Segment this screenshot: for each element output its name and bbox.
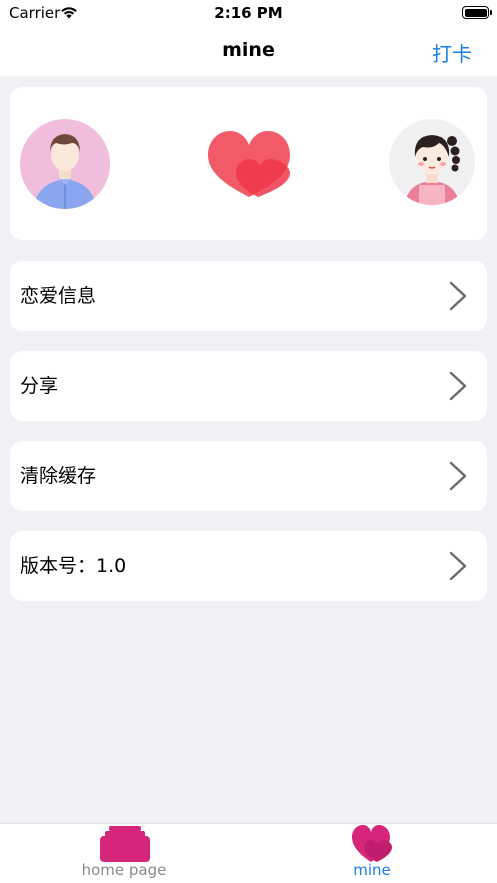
status-time: 2:16 PM — [214, 4, 283, 22]
status-bar: Carrier 2:16 PM — [0, 0, 497, 26]
menu-item-label: 清除缓存 — [20, 465, 97, 487]
menu-item-share[interactable]: 分享 — [10, 351, 487, 421]
chevron-right-icon — [449, 461, 467, 491]
menu-item-label: 版本号：1.0 — [20, 555, 127, 577]
menu-item-love-info[interactable]: 恋爱信息 — [10, 261, 487, 331]
menu-item-version[interactable]: 版本号：1.0 — [10, 531, 487, 601]
page-title: mine — [222, 39, 275, 61]
boy-avatar-icon[interactable] — [20, 119, 110, 209]
girl-avatar-icon[interactable] — [389, 119, 475, 205]
chevron-right-icon — [449, 371, 467, 401]
chevron-right-icon — [449, 281, 467, 311]
tab-label: home page — [81, 861, 167, 879]
check-in-button[interactable]: 打卡 — [432, 38, 472, 67]
hearts-icon — [208, 131, 290, 197]
tab-mine[interactable]: mine — [248, 824, 496, 883]
tab-home[interactable]: home page — [0, 824, 248, 883]
home-box-icon — [100, 826, 150, 862]
tab-label: mine — [353, 861, 391, 879]
hearts-tab-icon — [352, 825, 392, 862]
tab-bar: home page mine — [0, 823, 497, 883]
battery-icon — [462, 6, 492, 19]
chevron-right-icon — [449, 551, 467, 581]
couple-card — [10, 87, 487, 240]
menu-item-label: 分享 — [20, 375, 59, 397]
menu-item-clear-cache[interactable]: 清除缓存 — [10, 441, 487, 511]
menu-item-label: 恋爱信息 — [20, 285, 97, 307]
navigation-bar: mine 打卡 — [0, 26, 497, 76]
